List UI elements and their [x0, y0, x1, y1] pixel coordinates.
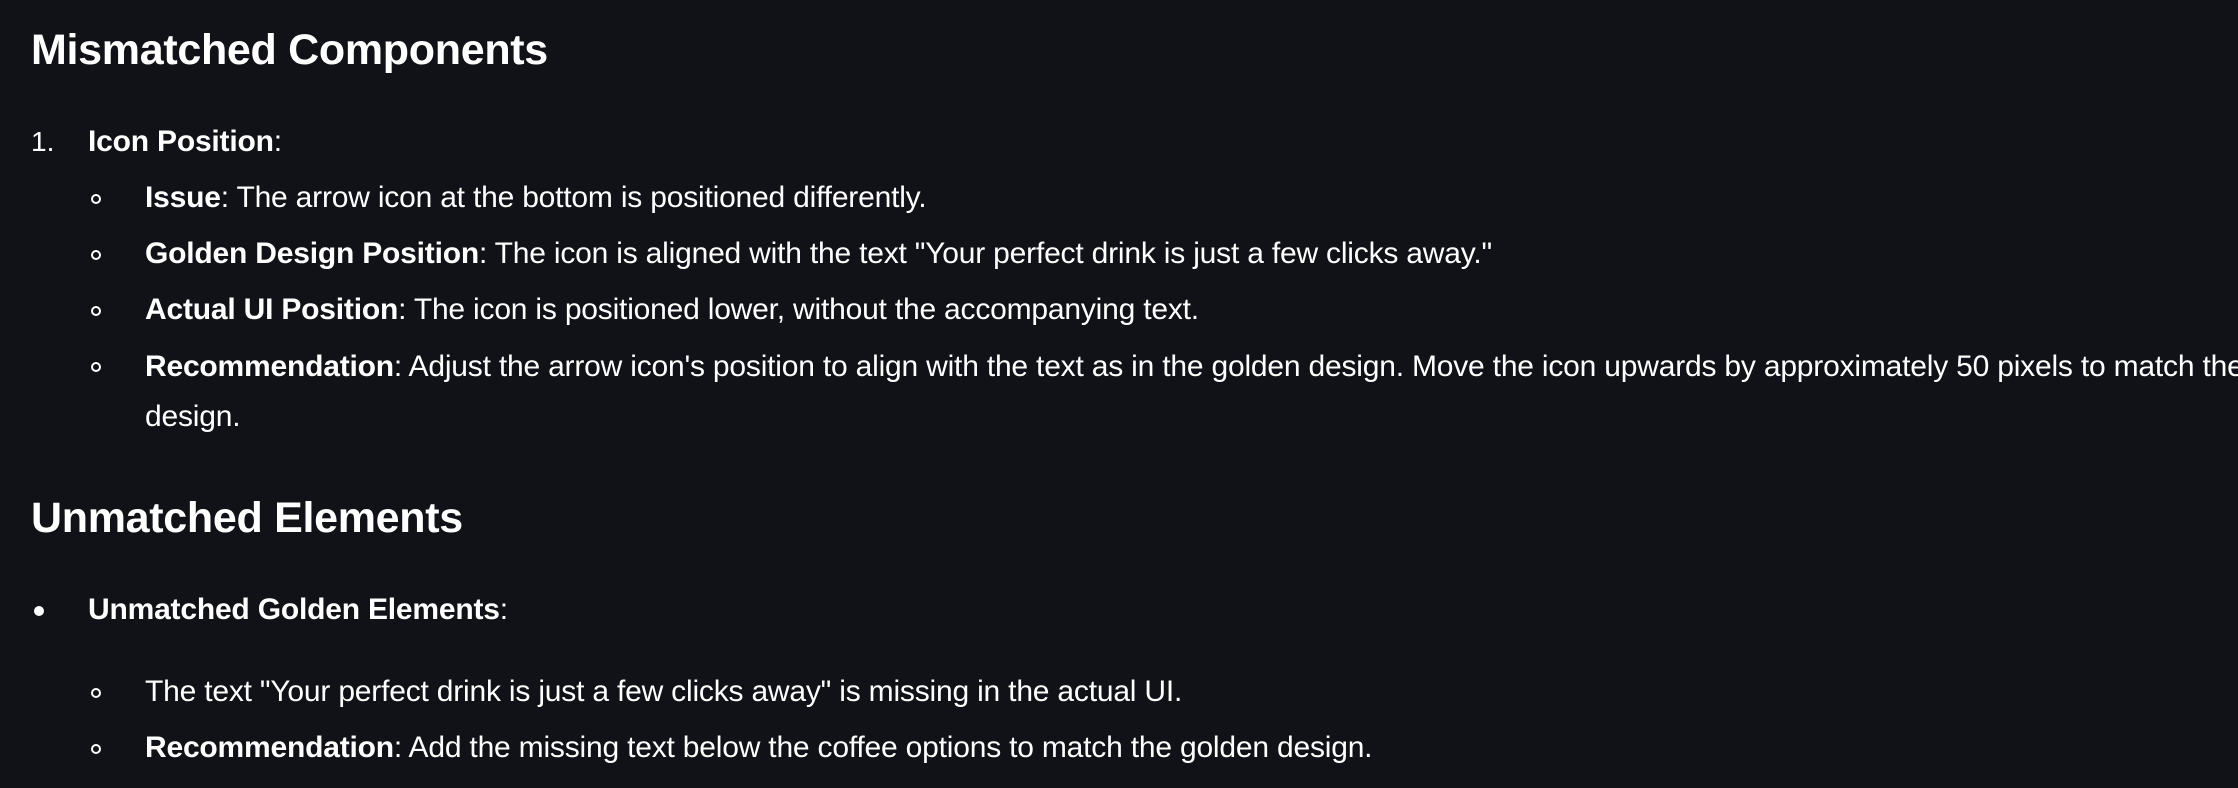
item-title: Icon Position [88, 125, 274, 158]
sub-item-label: Golden Design Position [145, 237, 479, 270]
list-number: 1. [31, 126, 55, 157]
sub-item-recommendation: Recommendation: Adjust the arrow icon's … [145, 342, 2238, 442]
sub-item-label: Recommendation [145, 731, 394, 764]
sub-item-issue: Issue: The arrow icon at the bottom is p… [145, 177, 927, 219]
circle-bullet-icon [91, 744, 101, 754]
sub-item-recommendation: Recommendation: Add the missing text bel… [145, 727, 1373, 769]
sub-item-text: : The icon is aligned with the text "You… [478, 237, 1492, 270]
sub-item-missing-text: The text "Your perfect drink is just a f… [145, 671, 1182, 713]
sub-item-text: The text "Your perfect drink is just a f… [145, 675, 1183, 708]
disc-bullet-icon [34, 606, 44, 616]
item-colon: : [273, 125, 282, 158]
circle-bullet-icon [91, 362, 101, 372]
circle-bullet-icon [91, 194, 101, 204]
list-item-unmatched-golden-elements: Unmatched Golden Elements: [88, 589, 508, 631]
sub-item-label: Actual UI Position [145, 293, 399, 326]
sub-item-text: : The icon is positioned lower, without … [398, 293, 1199, 326]
circle-bullet-icon [91, 688, 101, 698]
sub-item-text: : Add the missing text below the coffee … [393, 731, 1373, 764]
section-heading-unmatched: Unmatched Elements [31, 494, 463, 542]
list-item-icon-position: Icon Position: [88, 121, 282, 163]
item-title: Unmatched Golden Elements [88, 593, 500, 626]
sub-item-actual-ui-position: Actual UI Position: The icon is position… [145, 289, 1199, 331]
section-heading-mismatched: Mismatched Components [31, 26, 548, 74]
sub-item-label: Issue [145, 181, 221, 214]
sub-item-text: : The arrow icon at the bottom is positi… [220, 181, 927, 214]
sub-item-golden-design-position: Golden Design Position: The icon is alig… [145, 233, 1492, 275]
circle-bullet-icon [91, 250, 101, 260]
sub-item-text: : Adjust the arrow icon's position to al… [145, 350, 2238, 433]
sub-item-label: Recommendation [145, 350, 394, 383]
circle-bullet-icon [91, 306, 101, 316]
item-colon: : [499, 593, 508, 626]
